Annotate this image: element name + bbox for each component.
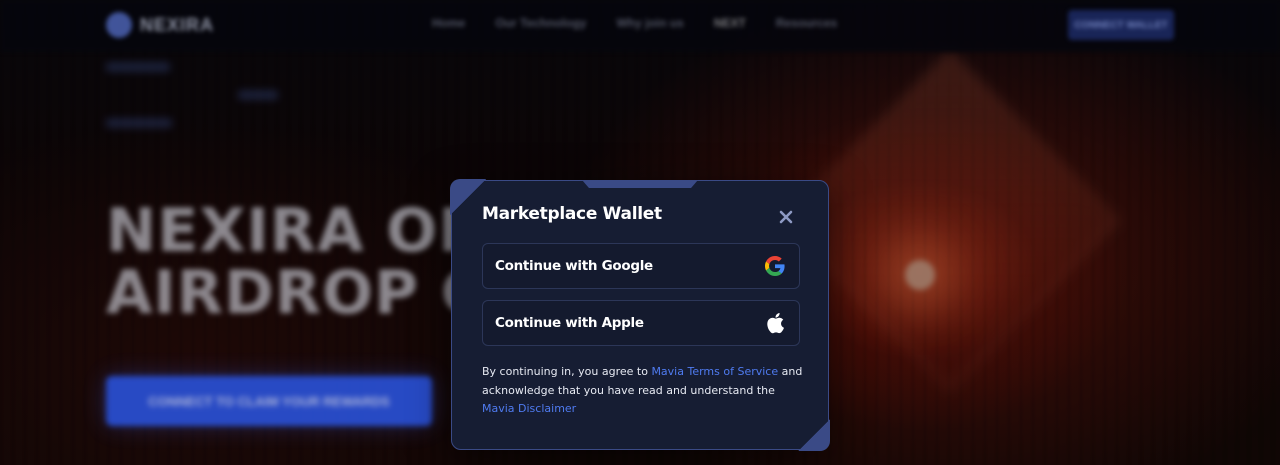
modal-corner-decoration bbox=[450, 179, 486, 215]
disclaimer-link[interactable]: Mavia Disclaimer bbox=[482, 402, 576, 415]
nav-link-home[interactable]: Home bbox=[432, 16, 465, 30]
legal-text-part1: By continuing in, you agree to bbox=[482, 365, 652, 378]
apple-icon bbox=[765, 312, 785, 334]
close-icon bbox=[779, 210, 793, 224]
nav-link-technology[interactable]: Our Technology bbox=[495, 16, 586, 30]
continue-with-google-button[interactable]: Continue with Google bbox=[482, 243, 800, 289]
modal-corner-decoration bbox=[798, 419, 830, 451]
background-diamond-graphic bbox=[780, 50, 1120, 390]
legal-notice: By continuing in, you agree to Mavia Ter… bbox=[482, 363, 804, 419]
claim-rewards-button[interactable]: CONNECT TO CLAIM YOUR REWARDS bbox=[106, 376, 432, 426]
terms-of-service-link[interactable]: Mavia Terms of Service bbox=[651, 365, 778, 378]
continue-with-apple-button[interactable]: Continue with Apple bbox=[482, 300, 800, 346]
brand-logo[interactable]: NEXIRA bbox=[106, 12, 214, 38]
hero-side-blocks bbox=[106, 62, 278, 146]
nav-links: Home Our Technology Why join us NEXT Res… bbox=[432, 16, 837, 30]
marketplace-wallet-modal: Marketplace Wallet Continue with Google … bbox=[450, 179, 830, 451]
logo-icon bbox=[106, 12, 132, 38]
continue-with-google-label: Continue with Google bbox=[495, 258, 653, 274]
background-glow bbox=[905, 260, 935, 290]
continue-with-apple-label: Continue with Apple bbox=[495, 315, 644, 331]
modal-top-tab-decoration bbox=[582, 180, 698, 188]
close-button[interactable] bbox=[774, 205, 798, 229]
nav-link-resources[interactable]: Resources bbox=[776, 16, 837, 30]
connect-wallet-nav-button[interactable]: CONNECT WALLET bbox=[1068, 10, 1174, 40]
nav-link-why-join[interactable]: Why join us bbox=[616, 16, 683, 30]
google-icon bbox=[765, 256, 785, 276]
modal-title: Marketplace Wallet bbox=[482, 204, 662, 224]
brand-name: NEXIRA bbox=[140, 14, 215, 35]
nav-link-next[interactable]: NEXT bbox=[714, 16, 746, 30]
